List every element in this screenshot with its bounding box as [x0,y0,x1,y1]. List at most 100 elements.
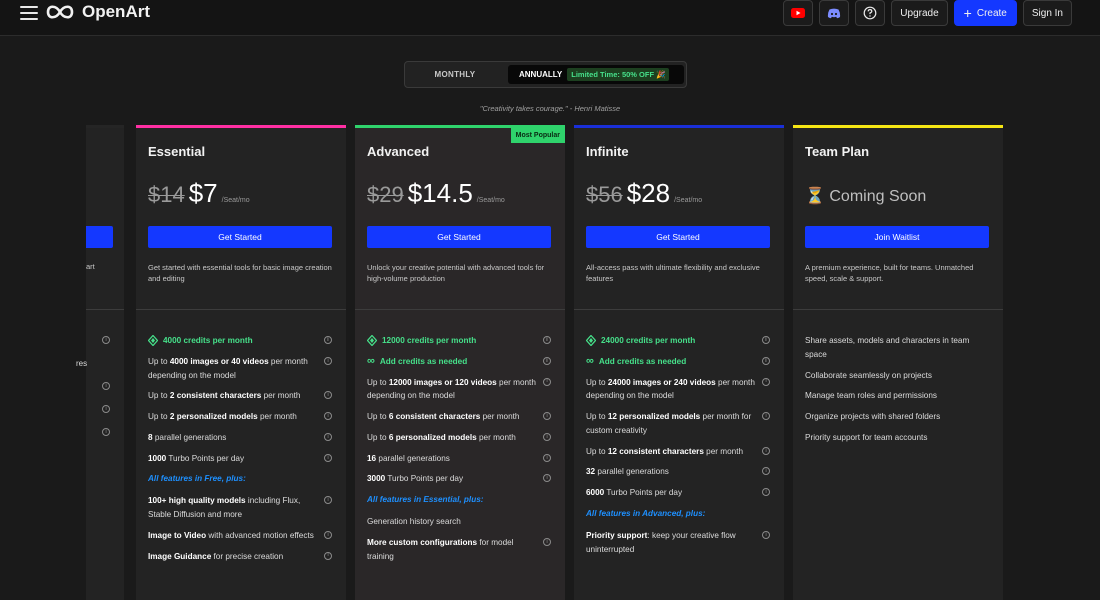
feature-item: More custom configurations for model tra… [367,536,551,564]
info-icon[interactable]: i [543,474,551,483]
section-heading: All features in Advanced, plus: [586,509,706,519]
infinity-icon: ∞ [586,355,594,368]
discord-button[interactable] [819,0,850,26]
feature-item: Image to Video with advanced motion effe… [148,529,332,543]
annually-option[interactable]: ANNUALLY Limited Time: 50% OFF 🎉 [508,65,684,84]
feature-item: 100+ high quality models including Flux,… [148,494,332,522]
info-icon[interactable]: i [543,356,551,365]
discounted-price: $28 [626,178,671,208]
free-desc-fragment: art [86,262,95,271]
info-icon[interactable]: i [102,405,110,413]
free-feature-row: i [86,403,124,419]
info-icon[interactable]: i [324,453,332,462]
plan-description: A premium experience, built for teams. U… [805,263,974,284]
monthly-option[interactable]: MONTHLY [405,62,505,87]
feature-item: Up to 2 consistent characters per month i [148,389,332,403]
feature-item: Up to 6 personalized models per month i [367,431,551,445]
info-icon[interactable]: i [102,382,110,390]
question-circle-icon [863,6,877,20]
free-feature-row: i [86,334,124,350]
plan-description: Unlock your creative potential with adva… [367,263,545,284]
free-cta-button[interactable] [86,226,113,248]
brand-logo[interactable]: OpenArt [44,2,150,22]
info-icon[interactable]: i [324,530,332,539]
get-started-button[interactable]: Get Started [367,226,551,248]
get-started-button[interactable]: Get Started [586,226,770,248]
feature-item: Collaborate seamlessly on projects [805,370,932,380]
section-heading: All features in Free, plus: [148,474,246,484]
feature-item: 32 parallel generations i [586,465,770,479]
info-icon[interactable]: i [762,530,770,539]
plan-name: Team Plan [805,144,870,159]
annually-label: ANNUALLY [519,70,563,79]
sign-in-button[interactable]: Sign In [1022,0,1072,26]
info-icon[interactable]: i [102,336,110,344]
info-icon[interactable]: i [762,356,770,365]
feature-credits: 24000 credits per month i [586,334,770,348]
help-button[interactable] [855,0,886,26]
divider [793,309,1003,310]
price-unit: /Seat/mo [221,197,250,204]
feature-item: Priority support for team accounts [805,432,928,442]
diamond-icon [586,335,596,347]
info-icon[interactable]: i [543,432,551,441]
info-icon[interactable]: i [762,446,770,455]
coming-soon-label: ⏳ Coming Soon [805,188,927,205]
info-icon[interactable]: i [762,488,770,497]
plan-card-team: Team Plan ⏳ Coming Soon Join Waitlist A … [793,125,1003,600]
price: $14 $7 /Seat/mo [148,180,250,206]
original-price: $14 [148,182,185,207]
feature-item: Image Guidance for precise creation i [148,550,332,564]
price: $56 $28 /Seat/mo [586,180,702,206]
inspiration-quote: "Creativity takes courage." - Henri Mati… [479,104,621,113]
join-waitlist-button[interactable]: Join Waitlist [805,226,989,248]
feature-item: Up to 12000 images or 120 videos per mon… [367,376,551,404]
feature-item: Priority support: keep your creative flo… [586,529,770,557]
youtube-button[interactable] [783,0,814,26]
discord-icon [828,8,841,18]
promo-badge: Limited Time: 50% OFF 🎉 [567,68,670,81]
most-popular-badge: Most Popular [510,128,565,143]
free-feature-row: i [86,426,124,442]
info-icon[interactable]: i [102,428,110,436]
plan-description: All-access pass with ultimate flexibilit… [586,263,760,284]
feature-item: Generation history search [367,517,461,527]
create-label: Create [976,7,1007,19]
plan-description: Get started with essential tools for bas… [148,263,332,284]
brand-name: OpenArt [82,2,150,21]
info-icon[interactable]: i [543,453,551,462]
info-icon[interactable]: i [762,336,770,344]
price-unit: /Seat/mo [674,197,703,204]
info-icon[interactable]: i [324,391,332,400]
plan-name: Essential [148,144,206,159]
info-icon[interactable]: i [324,496,332,505]
info-icon[interactable]: i [324,551,332,560]
info-icon[interactable]: i [324,336,332,344]
section-heading: All features in Essential, plus: [367,495,484,505]
discounted-price: $7 [188,178,218,208]
info-icon[interactable]: i [324,432,332,441]
discounted-price: $14.5 [407,178,473,208]
info-icon[interactable]: i [543,336,551,344]
original-price: $29 [367,182,404,207]
info-icon[interactable]: i [762,412,770,421]
plan-name: Infinite [586,144,629,159]
create-button[interactable]: + Create [953,0,1017,26]
info-icon[interactable]: i [762,377,770,386]
info-icon[interactable]: i [543,377,551,386]
free-divider [86,309,124,310]
upgrade-button[interactable]: Upgrade [891,0,948,26]
feature-item: 6000 Turbo Points per day i [586,486,770,500]
info-icon[interactable]: i [762,467,770,476]
get-started-button[interactable]: Get Started [148,226,332,248]
diamond-icon [367,335,377,347]
divider [355,309,565,310]
feature-item: Up to 12 consistent characters per month… [586,445,770,459]
plus-icon: + [963,5,972,21]
info-icon[interactable]: i [324,356,332,365]
infinity-icon: ∞ [367,355,375,368]
info-icon[interactable]: i [324,412,332,421]
info-icon[interactable]: i [543,537,551,546]
menu-icon[interactable] [20,6,38,20]
info-icon[interactable]: i [543,412,551,421]
